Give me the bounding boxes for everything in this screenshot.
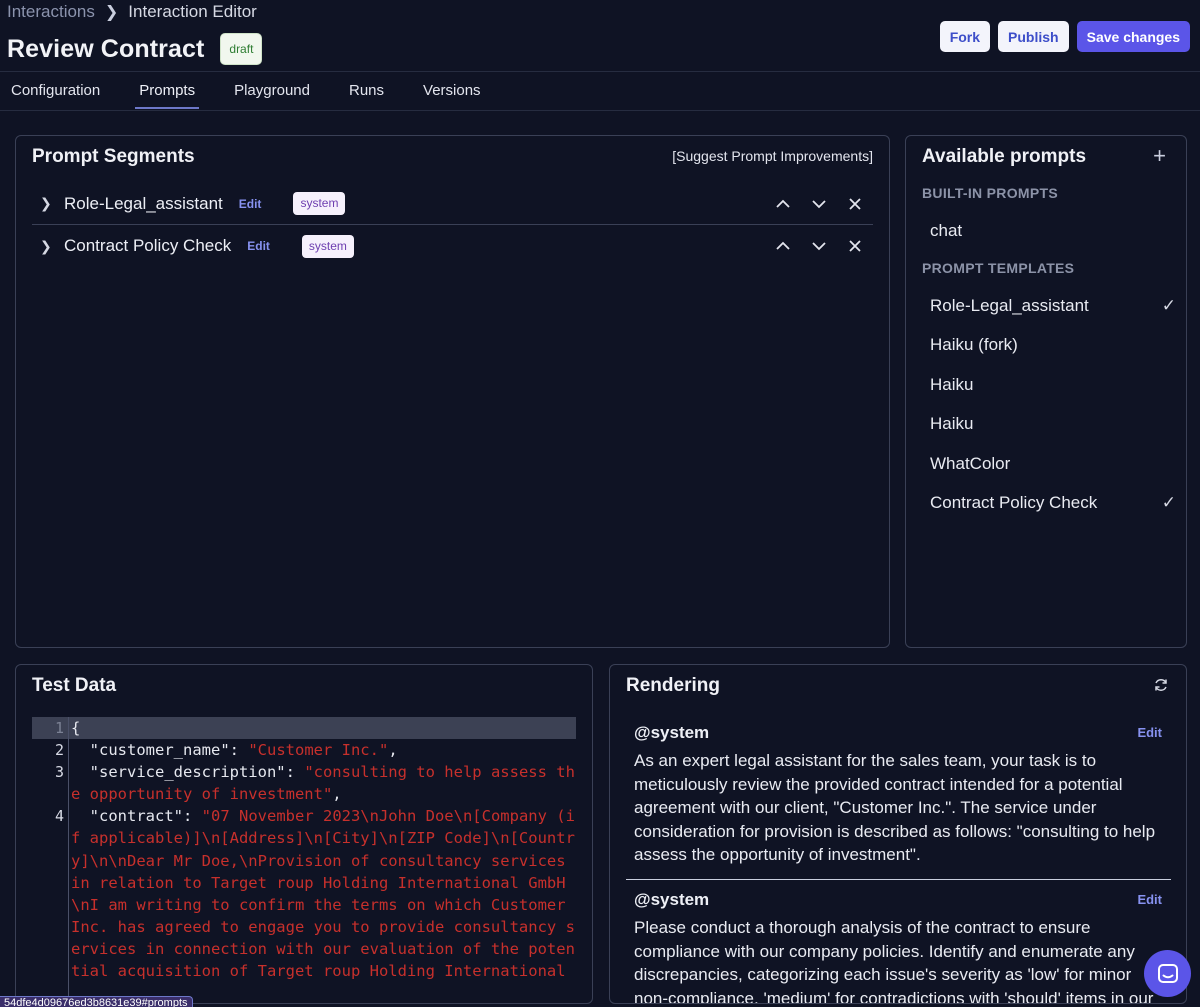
plus-icon[interactable]: + bbox=[1153, 145, 1166, 167]
tab-divider bbox=[0, 110, 1200, 111]
segment-row: ❯ Role-Legal_assistant Edit system bbox=[32, 183, 873, 225]
prompt-template-name: Contract Policy Check bbox=[930, 493, 1098, 512]
tab-runs[interactable]: Runs bbox=[349, 82, 384, 108]
line-gutter: 1 2 3 4 bbox=[32, 717, 69, 1003]
segment-controls bbox=[773, 194, 865, 214]
code-key: "customer_name" bbox=[89, 741, 230, 760]
prompt-item-chat[interactable]: chat bbox=[930, 221, 1170, 241]
chat-icon bbox=[1157, 963, 1178, 983]
panel-title: Prompt Segments bbox=[32, 146, 195, 167]
line-number: 2 bbox=[54, 741, 64, 759]
tab-playground[interactable]: Playground bbox=[234, 82, 310, 108]
message-divider bbox=[626, 879, 1171, 880]
prompt-template-item[interactable]: Haiku bbox=[930, 414, 1170, 434]
suggest-improvements-link[interactable]: [Suggest Prompt Improvements] bbox=[672, 148, 873, 164]
message-text: Please conduct a thorough analysis of th… bbox=[634, 918, 1154, 1004]
line-number: 3 bbox=[54, 763, 64, 781]
prompt-template-name: WhatColor bbox=[930, 454, 1011, 473]
header-divider bbox=[0, 71, 1200, 72]
chevron-up-icon[interactable] bbox=[773, 194, 793, 214]
line-number: 1 bbox=[54, 719, 64, 737]
rendering-panel: Rendering @system Edit As an expert lega… bbox=[609, 664, 1187, 1004]
check-icon: ✓ bbox=[1161, 493, 1176, 512]
code-brace: { bbox=[71, 719, 81, 737]
prompt-template-item[interactable]: Role-Legal_assistant ✓ bbox=[930, 296, 1176, 316]
chat-launcher-button[interactable] bbox=[1144, 950, 1191, 997]
prompt-template-item[interactable]: Haiku (fork) bbox=[930, 335, 1170, 355]
tab-configuration[interactable]: Configuration bbox=[11, 82, 100, 108]
rendered-message: @system Edit As an expert legal assistan… bbox=[634, 723, 1170, 867]
prompt-template-item[interactable]: Haiku bbox=[930, 375, 1170, 395]
code-string: "07 November 2023\nJohn Doe\n[Company (i… bbox=[71, 807, 575, 981]
builtin-prompts-label: BUILT-IN PROMPTS bbox=[922, 185, 1058, 201]
panel-title: Test Data bbox=[32, 675, 117, 696]
line-number: 4 bbox=[54, 807, 64, 825]
tab-prompts[interactable]: Prompts bbox=[135, 82, 199, 109]
save-changes-button[interactable]: Save changes bbox=[1076, 21, 1190, 52]
chevron-right-icon[interactable]: ❯ bbox=[40, 195, 58, 212]
message-role: @system bbox=[634, 890, 710, 909]
message-edit-link[interactable]: Edit bbox=[1137, 725, 1162, 740]
message-text: As an expert legal assistant for the sal… bbox=[634, 751, 1156, 864]
chevron-down-icon[interactable] bbox=[809, 236, 829, 256]
message-edit-link[interactable]: Edit bbox=[1137, 892, 1162, 907]
segment-name: Role-Legal_assistant bbox=[64, 193, 223, 213]
prompt-template-name: Haiku (fork) bbox=[930, 335, 1018, 354]
page-title: Review Contract bbox=[7, 34, 205, 63]
available-prompts-panel: Available prompts + BUILT-IN PROMPTS cha… bbox=[905, 135, 1187, 648]
chevron-right-icon[interactable]: ❯ bbox=[40, 238, 58, 255]
status-bar-url: 54dfe4d09676ed3b8631e39#prompts bbox=[0, 996, 193, 1007]
refresh-icon[interactable] bbox=[1153, 677, 1169, 693]
prompt-template-name: Role-Legal_assistant bbox=[930, 296, 1089, 315]
chevron-down-icon[interactable] bbox=[809, 194, 829, 214]
breadcrumb: Interactions ❯ Interaction Editor bbox=[7, 2, 257, 22]
message-role: @system bbox=[634, 723, 710, 742]
header-actions: Fork Publish Save changes bbox=[939, 21, 1190, 52]
segment-name: Contract Policy Check bbox=[64, 236, 232, 255]
rendered-message: @system Edit Please conduct a thorough a… bbox=[634, 890, 1170, 1004]
code-content[interactable]: { "customer_name": "Customer Inc.", "ser… bbox=[71, 717, 576, 982]
prompt-template-item[interactable]: WhatColor bbox=[930, 454, 1170, 474]
panel-title: Rendering bbox=[626, 675, 720, 696]
segment-row: ❯ Contract Policy Check Edit system bbox=[32, 225, 873, 267]
segment-controls bbox=[773, 236, 865, 256]
code-key: "contract" bbox=[89, 807, 183, 826]
prompt-template-item[interactable]: Contract Policy Check ✓ bbox=[930, 493, 1176, 513]
tab-bar: Configuration Prompts Playground Runs Ve… bbox=[11, 82, 520, 109]
json-editor[interactable]: 1 2 3 4 { "customer_name": "Customer Inc… bbox=[32, 717, 576, 1003]
code-key: "service_description" bbox=[89, 763, 286, 782]
tab-versions[interactable]: Versions bbox=[423, 82, 481, 108]
prompt-segments-panel: Prompt Segments [Suggest Prompt Improvem… bbox=[15, 135, 890, 648]
status-badge: draft bbox=[220, 33, 263, 65]
prompt-template-name: Haiku bbox=[930, 414, 974, 433]
panel-title: Available prompts bbox=[922, 146, 1087, 167]
close-icon[interactable] bbox=[845, 194, 865, 214]
segment-edit-link[interactable]: Edit bbox=[239, 197, 262, 211]
breadcrumb-current: Interaction Editor bbox=[128, 2, 257, 21]
close-icon[interactable] bbox=[845, 236, 865, 256]
chevron-right-icon: ❯ bbox=[104, 4, 119, 21]
segment-edit-link[interactable]: Edit bbox=[247, 239, 270, 253]
prompt-templates-label: PROMPT TEMPLATES bbox=[922, 260, 1075, 276]
check-icon: ✓ bbox=[1161, 296, 1176, 315]
publish-button[interactable]: Publish bbox=[998, 21, 1069, 52]
fork-button[interactable]: Fork bbox=[939, 21, 991, 52]
role-badge: system bbox=[301, 234, 354, 258]
test-data-panel: Test Data 1 2 3 4 { "customer_name": "Cu… bbox=[15, 664, 593, 1004]
title-row: Review Contract draft bbox=[7, 33, 263, 65]
breadcrumb-link-interactions[interactable]: Interactions bbox=[7, 2, 95, 22]
prompt-template-name: Haiku bbox=[930, 375, 974, 394]
code-string: "Customer Inc." bbox=[248, 741, 389, 760]
chevron-up-icon[interactable] bbox=[773, 236, 793, 256]
role-badge: system bbox=[293, 192, 346, 215]
